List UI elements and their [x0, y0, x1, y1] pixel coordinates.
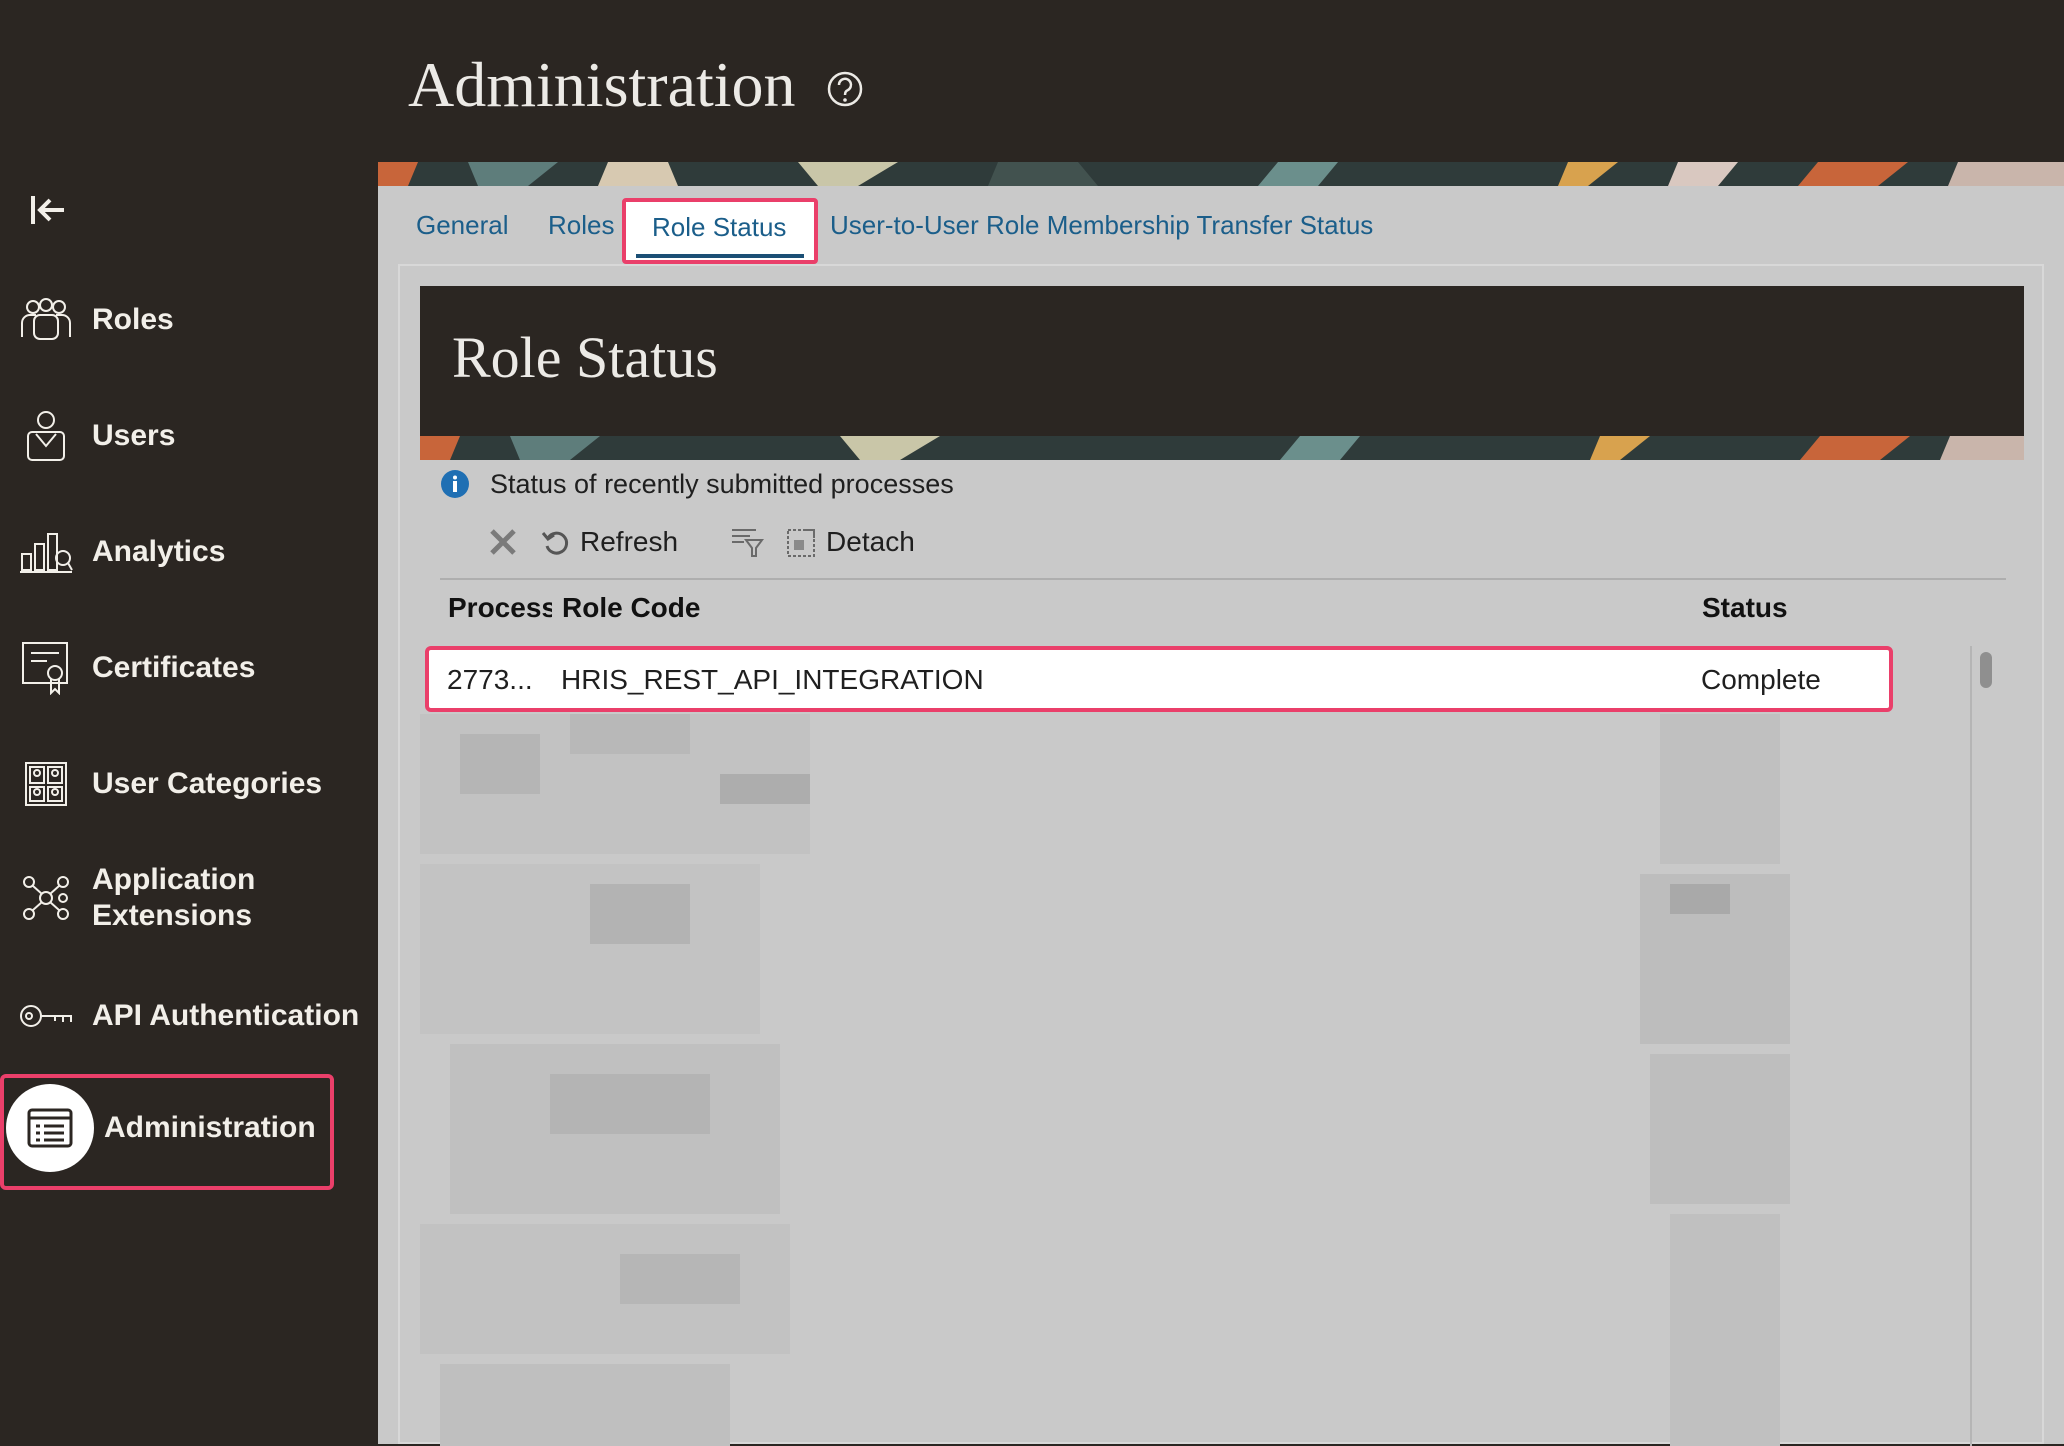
help-button[interactable] — [826, 70, 864, 113]
tab-general[interactable]: General — [416, 210, 509, 241]
tab-roles[interactable]: Roles — [548, 210, 614, 241]
table-row[interactable]: 2773... HRIS_REST_API_INTEGRATION Comple… — [425, 646, 1893, 712]
sidebar-item-label: Application Extensions — [92, 863, 256, 932]
roles-icon — [18, 292, 74, 348]
table-scrollbar[interactable] — [1970, 646, 1998, 1446]
redacted-rows — [420, 714, 1958, 1446]
key-icon — [18, 988, 74, 1044]
sidebar: Roles Users Analytics Certificates User … — [0, 0, 378, 1444]
refresh-icon — [541, 531, 569, 555]
tab-role-status[interactable]: Role Status — [622, 198, 818, 264]
cell-role-code: HRIS_REST_API_INTEGRATION — [561, 664, 984, 695]
cell-process: 2773... — [447, 664, 533, 695]
help-icon — [827, 71, 863, 107]
sidebar-item-label: Roles — [92, 303, 174, 336]
page-title: Administration — [408, 49, 796, 120]
sidebar-item-users[interactable]: Users — [0, 408, 360, 464]
info-icon — [441, 470, 469, 498]
sidebar-item-label: Analytics — [92, 535, 226, 568]
sidebar-item-administration[interactable]: Administration — [0, 1084, 360, 1172]
filter-icon — [732, 529, 765, 557]
tab-active-underline — [636, 254, 804, 258]
collapse-left-icon — [31, 196, 64, 224]
sidebar-item-label: Certificates — [92, 651, 256, 684]
panel-title: Role Status — [452, 325, 718, 390]
sidebar-item-roles[interactable]: Roles — [0, 292, 360, 348]
info-text: Status of recently submitted processes — [490, 468, 954, 499]
panel-header: Role Status — [420, 286, 2024, 436]
panel-decorative-banner — [420, 436, 2024, 460]
page-header: Administration — [378, 0, 2064, 162]
column-header-process[interactable]: Process — [448, 592, 552, 624]
filter-button[interactable] — [730, 526, 765, 558]
tab-bar: General Roles Role Status User-to-User R… — [378, 186, 2064, 264]
sidebar-item-api-authentication[interactable]: API Authentication — [0, 988, 360, 1044]
sidebar-item-label: Administration — [104, 1111, 316, 1144]
cancel-process-button[interactable] — [488, 527, 518, 557]
administration-icon — [6, 1084, 94, 1172]
analytics-icon — [18, 524, 74, 580]
role-status-panel: Role Status Status of recently submitted… — [398, 264, 2044, 1446]
tab-transfer-status[interactable]: User-to-User Role Membership Transfer St… — [830, 210, 1373, 241]
extensions-icon — [18, 870, 74, 926]
decorative-banner — [378, 162, 2064, 186]
table-scrollbar-thumb[interactable] — [1980, 652, 1992, 688]
sidebar-item-user-categories[interactable]: User Categories — [0, 756, 360, 812]
sidebar-item-analytics[interactable]: Analytics — [0, 524, 360, 580]
sidebar-item-label: API Authentication — [92, 999, 360, 1032]
refresh-button[interactable]: Refresh — [540, 526, 678, 558]
user-icon — [18, 408, 74, 464]
detach-label: Detach — [826, 526, 915, 557]
detach-icon — [787, 529, 816, 557]
column-header-role-code[interactable]: Role Code — [562, 592, 700, 624]
info-message: Status of recently submitted processes — [440, 464, 954, 504]
toolbar-divider — [440, 578, 2006, 580]
sidebar-item-label: User Categories — [92, 767, 323, 800]
sidebar-item-application-extensions[interactable]: Application Extensions — [0, 862, 360, 934]
collapse-sidebar-button[interactable] — [28, 190, 68, 230]
sidebar-item-certificates[interactable]: Certificates — [0, 640, 360, 696]
detach-button[interactable]: Detach — [786, 526, 915, 558]
refresh-label: Refresh — [580, 526, 679, 557]
cell-status: Complete — [1701, 664, 1821, 695]
column-header-status[interactable]: Status — [1702, 592, 1788, 624]
content-area: General Roles Role Status User-to-User R… — [378, 186, 2064, 1446]
tab-role-status-label: Role Status — [652, 212, 787, 242]
user-categories-icon — [18, 756, 74, 812]
certificate-icon — [18, 640, 74, 696]
sidebar-item-label: Users — [92, 419, 176, 452]
close-icon — [490, 529, 516, 555]
table-toolbar: Refresh Detach — [488, 520, 937, 564]
